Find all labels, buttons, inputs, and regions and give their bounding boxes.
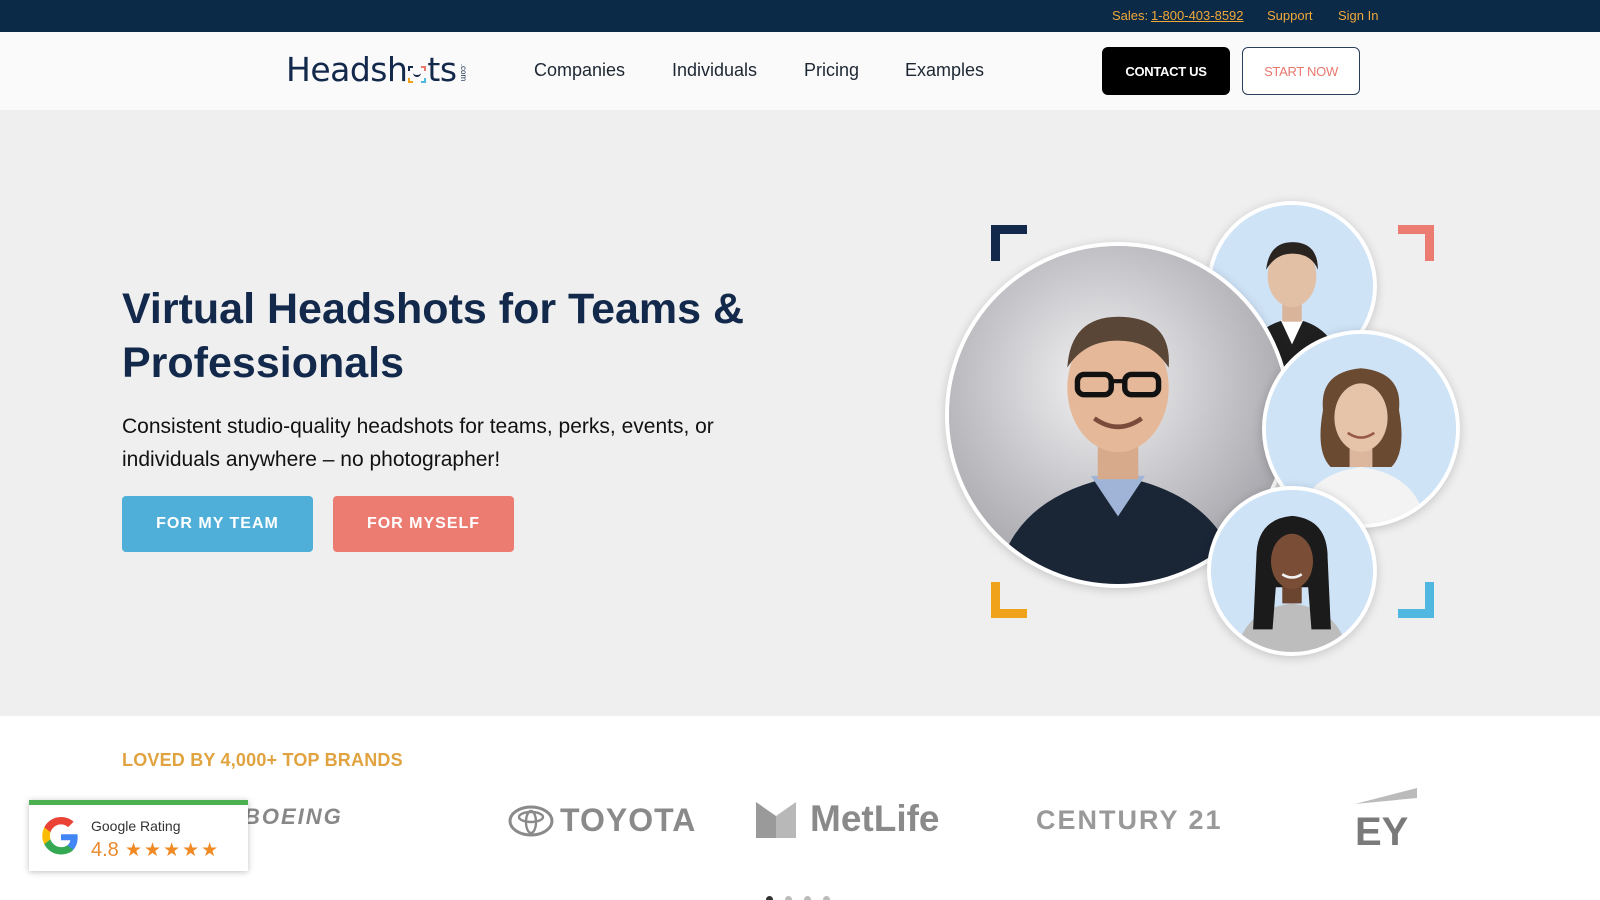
carousel-dot[interactable] [766, 896, 773, 900]
century21-logo: CENTURY 21 [1036, 805, 1223, 835]
boeing-logo: BOEING [244, 804, 343, 829]
hero-section: Virtual Headshots for Teams & Profession… [0, 110, 1600, 716]
logo-text-left: Headsh [286, 50, 408, 89]
carousel-dot[interactable] [785, 896, 792, 900]
frame-corner-top-left [991, 225, 1027, 261]
brands-carousel-dots [766, 896, 830, 900]
google-rating-badge[interactable]: Google Rating 4.8 ★★★★★ [29, 800, 248, 871]
carousel-dot[interactable] [804, 896, 811, 900]
rating-stars-icon: ★★★★★ [125, 840, 221, 861]
nav-pricing[interactable]: Pricing [804, 60, 859, 81]
top-utility-bar: Sales: 1-800-403-8592 Support Sign In [0, 0, 1600, 32]
for-my-team-button[interactable]: FOR MY TEAM [122, 496, 313, 552]
headshot-woman-braids [1207, 486, 1377, 656]
google-g-icon [42, 817, 78, 855]
hero-subtitle: Consistent studio-quality headshots for … [122, 415, 714, 471]
main-header: Headsh ts .com Companies Individuals Pri… [0, 32, 1600, 110]
frame-corner-bottom-left [991, 582, 1027, 618]
toyota-emblem-icon [508, 805, 554, 836]
for-myself-button[interactable]: FOR MYSELF [333, 496, 514, 552]
logo-text-right: ts [427, 50, 457, 89]
ey-wordmark: EY [1355, 810, 1409, 854]
sales-label: Sales: [1112, 8, 1149, 23]
google-rating-label: Google Rating [91, 818, 181, 834]
frame-corner-top-right [1398, 225, 1434, 261]
frame-corner-bottom-right [1398, 582, 1434, 618]
brands-heading: LOVED BY 4,000+ TOP BRANDS [122, 750, 403, 770]
hero-title: Virtual Headshots for Teams & Profession… [122, 285, 745, 387]
metlife-wordmark: MetLife [810, 798, 940, 839]
nav-examples[interactable]: Examples [905, 60, 984, 81]
ey-beam-icon [1355, 788, 1417, 804]
toyota-logo-wrap: TOYOTA [508, 802, 696, 839]
start-now-button[interactable]: START NOW [1242, 47, 1360, 95]
nav-individuals[interactable]: Individuals [672, 60, 757, 81]
headshots-logo[interactable]: Headsh ts .com [286, 49, 472, 89]
camera-frame-icon [408, 66, 427, 83]
support-link[interactable]: Support [1267, 8, 1313, 23]
sales-phone-link[interactable]: 1-800-403-8592 [1151, 8, 1244, 23]
contact-us-button[interactable]: CONTACT US [1102, 47, 1230, 95]
metlife-logo-wrap: MetLife [754, 798, 940, 840]
google-rating-score: 4.8 [91, 839, 119, 861]
ey-logo-wrap: EY [1355, 786, 1419, 856]
metlife-emblem-icon [756, 802, 796, 838]
carousel-dot[interactable] [823, 896, 830, 900]
toyota-wordmark: TOYOTA [560, 802, 697, 838]
nav-companies[interactable]: Companies [534, 60, 625, 81]
sign-in-link[interactable]: Sign In [1338, 8, 1378, 23]
logo-suffix: .com [458, 63, 468, 82]
